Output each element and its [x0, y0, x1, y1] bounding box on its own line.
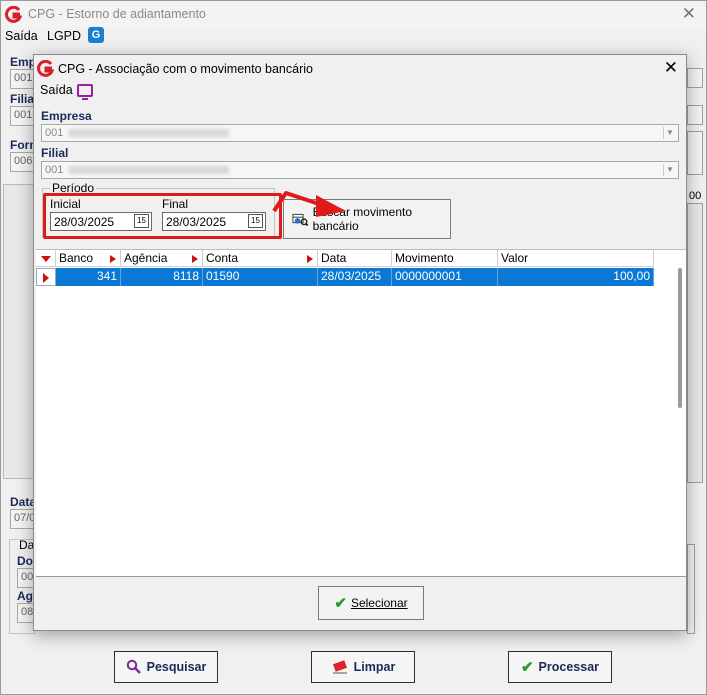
- chevron-down-icon: ▼: [663, 127, 676, 139]
- chevron-down-icon: [41, 256, 51, 262]
- col-movimento-label: Movimento: [395, 251, 454, 265]
- col-data-label: Data: [321, 251, 347, 265]
- inicial-date-value: 28/03/2025: [54, 215, 115, 229]
- main-close-icon[interactable]: ✕: [682, 4, 696, 24]
- check-icon: ✔: [334, 595, 347, 612]
- bg-right-field-1: [687, 68, 703, 88]
- final-date-value: 28/03/2025: [166, 215, 227, 229]
- col-valor[interactable]: Valor: [498, 250, 654, 267]
- filial-value: 001: [45, 164, 64, 176]
- filial-select[interactable]: 001 ▼: [41, 161, 679, 179]
- menu-saida[interactable]: Saída: [5, 29, 38, 43]
- grid-header: Banco Agência Conta Data Movimento Valor: [36, 250, 654, 267]
- bg-right-group: [687, 544, 695, 634]
- final-label: Final: [162, 197, 189, 211]
- grid-scrollbar[interactable]: [678, 268, 682, 408]
- bg-field-fornecedor: 0068: [10, 152, 34, 172]
- dialog-close-icon[interactable]: ✕: [664, 58, 678, 78]
- cell-valor[interactable]: 100,00: [498, 268, 654, 286]
- final-date-field[interactable]: 28/03/2025 15: [162, 212, 266, 231]
- col-conta-label: Conta: [206, 251, 239, 265]
- selecionar-label: Selecionar: [350, 596, 408, 610]
- inicial-date-field[interactable]: 28/03/2025 15: [50, 212, 152, 231]
- row-indicator-icon[interactable]: [36, 268, 56, 286]
- main-titlebar: CPG - Estorno de adiantamento ✕: [1, 1, 706, 29]
- limpar-button[interactable]: Limpar: [311, 651, 415, 683]
- dialog-title: CPG - Associação com o movimento bancári…: [58, 62, 313, 76]
- bg-right-grid: [687, 203, 703, 483]
- main-window-title: CPG - Estorno de adiantamento: [28, 7, 206, 21]
- col-data[interactable]: Data: [318, 250, 392, 267]
- col-movimento[interactable]: Movimento: [392, 250, 498, 267]
- cell-agencia[interactable]: 8118: [121, 268, 203, 286]
- calendar-icon[interactable]: 15: [134, 214, 149, 228]
- bg-right-field-2: [687, 105, 703, 125]
- cell-data[interactable]: 28/03/2025: [318, 268, 392, 286]
- cell-conta[interactable]: 01590: [203, 268, 318, 286]
- eraser-icon: [332, 660, 347, 674]
- annotation-arrow-icon: [272, 191, 346, 217]
- selecionar-button[interactable]: ✔ Selecionar: [318, 586, 424, 620]
- bg-label-agencia: Ag: [17, 589, 33, 603]
- grid-bottom-line: [36, 576, 686, 577]
- check-icon: ✔: [520, 659, 534, 676]
- empresa-value: 001: [45, 127, 64, 139]
- lgpd-icon[interactable]: G: [88, 27, 104, 43]
- menu-lgpd[interactable]: LGPD: [47, 29, 81, 43]
- dialog-menu-saida[interactable]: Saída: [40, 83, 73, 97]
- processar-label: Processar: [538, 660, 600, 674]
- sort-arrow-icon: [110, 255, 116, 263]
- app-logo-icon: [5, 6, 22, 23]
- limpar-label: Limpar: [353, 660, 396, 674]
- bg-col-fragment: 00: [689, 190, 702, 202]
- pesquisar-button[interactable]: Pesquisar: [114, 651, 218, 683]
- bg-field-empresa: 001: [10, 69, 34, 89]
- bg-grid: [3, 184, 35, 479]
- bg-label-doc: Do: [17, 554, 33, 568]
- sort-arrow-icon: [307, 255, 313, 263]
- bg-right-panel: [687, 131, 703, 175]
- col-banco-label: Banco: [59, 251, 94, 265]
- movimentos-grid: Banco Agência Conta Data Movimento Valor…: [36, 249, 686, 576]
- empresa-label: Empresa: [41, 109, 92, 123]
- associacao-dialog: CPG - Associação com o movimento bancári…: [33, 54, 687, 631]
- monitor-icon[interactable]: [77, 84, 93, 100]
- empresa-select[interactable]: 001 ▼: [41, 124, 679, 142]
- dialog-titlebar: CPG - Associação com o movimento bancári…: [34, 55, 686, 83]
- col-banco[interactable]: Banco: [56, 250, 121, 267]
- pesquisar-label: Pesquisar: [146, 660, 207, 674]
- main-menubar: Saída LGPD: [1, 26, 706, 46]
- col-agencia[interactable]: Agência: [121, 250, 203, 267]
- filial-label: Filial: [41, 146, 69, 160]
- chevron-down-icon: ▼: [663, 164, 676, 176]
- table-row[interactable]: 341 8118 01590 28/03/2025 0000000001 100…: [36, 268, 654, 286]
- col-conta[interactable]: Conta: [203, 250, 318, 267]
- col-valor-label: Valor: [501, 251, 529, 265]
- magnifier-icon: [126, 659, 141, 674]
- app-logo-icon: [37, 60, 54, 77]
- grid-corner[interactable]: [36, 250, 56, 267]
- bg-field-data: 07/0: [10, 509, 34, 529]
- inicial-label: Inicial: [50, 197, 81, 211]
- bg-label-filial: Filia: [10, 92, 35, 106]
- col-agencia-label: Agência: [124, 251, 168, 265]
- calendar-icon[interactable]: 15: [248, 214, 263, 228]
- processar-button[interactable]: ✔ Processar: [508, 651, 612, 683]
- cell-banco[interactable]: 341: [56, 268, 121, 286]
- bg-field-filial: 001: [10, 106, 34, 126]
- cell-movimento[interactable]: 0000000001: [392, 268, 498, 286]
- sort-arrow-icon: [192, 255, 198, 263]
